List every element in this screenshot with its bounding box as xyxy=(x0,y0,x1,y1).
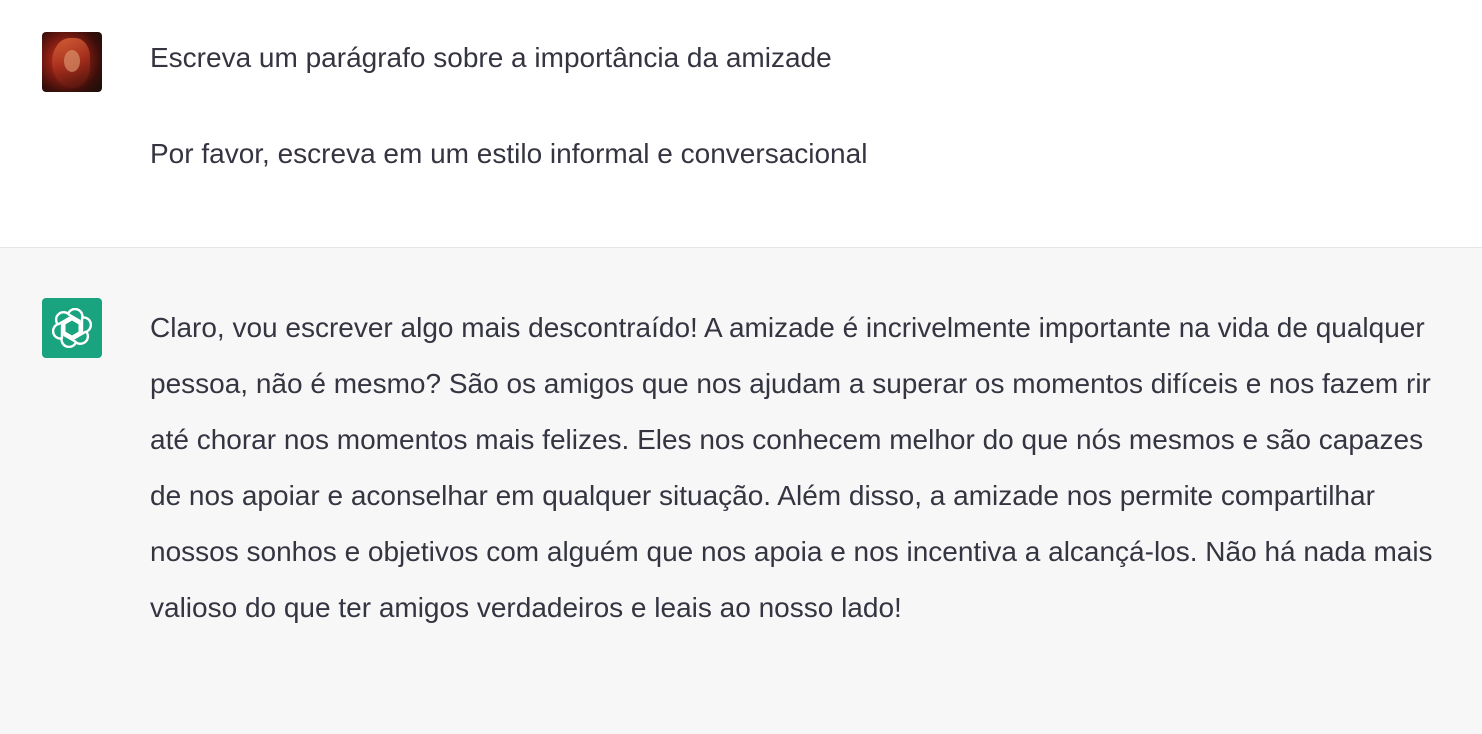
assistant-message-turn: Claro, vou escrever algo mais descontraí… xyxy=(0,248,1482,734)
user-avatar xyxy=(42,32,102,92)
user-message-line-1: Escreva um parágrafo sobre a importância… xyxy=(150,42,832,73)
openai-logo-icon xyxy=(52,308,92,348)
conversation: Escreva um parágrafo sobre a importância… xyxy=(0,0,1482,734)
avatar-face xyxy=(64,50,80,72)
user-message-line-2: Por favor, escreva em um estilo informal… xyxy=(150,138,868,169)
assistant-avatar xyxy=(42,298,102,358)
assistant-message-text: Claro, vou escrever algo mais descontraí… xyxy=(150,312,1433,623)
user-message-turn: Escreva um parágrafo sobre a importância… xyxy=(0,0,1482,248)
